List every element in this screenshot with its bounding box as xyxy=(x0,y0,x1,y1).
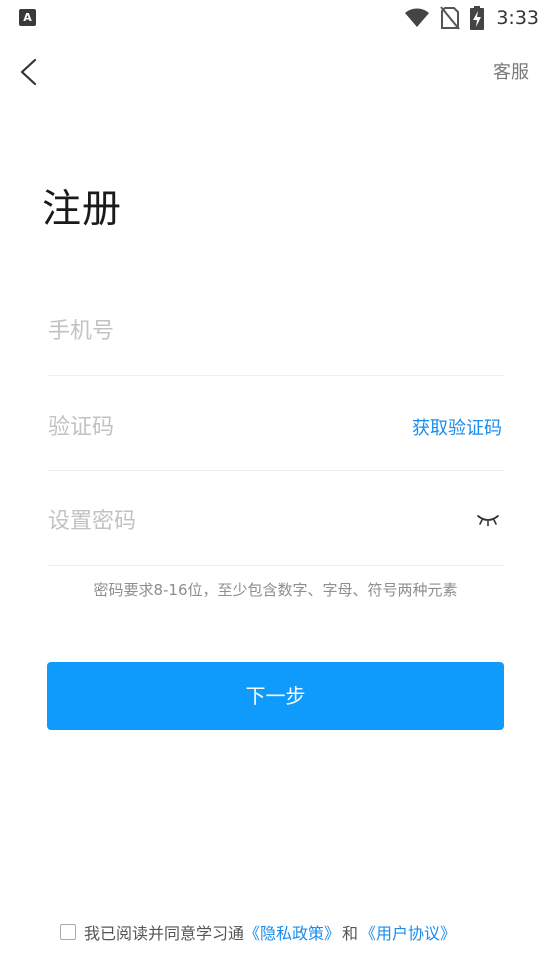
status-bar: A 3:33 xyxy=(0,0,551,36)
agreement-checkbox[interactable] xyxy=(60,924,76,940)
privacy-policy-link[interactable]: 《隐私政策》 xyxy=(244,920,340,944)
password-hint: 密码要求8-16位，至少包含数字、字母、符号两种元素 xyxy=(93,581,458,599)
verification-code-input[interactable] xyxy=(48,398,388,456)
app-notification-icon: A xyxy=(19,9,36,26)
agreement-row: 我已阅读并同意学习通 《隐私政策》 和 《用户协议》 xyxy=(60,920,456,944)
next-button[interactable]: 下一步 xyxy=(47,662,504,730)
verification-code-field: 获取验证码 xyxy=(48,398,504,471)
top-nav: 客服 xyxy=(0,48,551,94)
phone-field xyxy=(48,302,504,376)
password-field xyxy=(48,492,504,566)
get-code-button[interactable]: 获取验证码 xyxy=(412,414,502,440)
status-icons: 3:33 xyxy=(404,5,539,31)
customer-service-link[interactable]: 客服 xyxy=(493,58,529,84)
page-title: 注册 xyxy=(42,187,123,232)
no-sim-icon xyxy=(440,6,461,30)
battery-charging-icon xyxy=(470,6,485,30)
agreement-text: 我已阅读并同意学习通 xyxy=(84,924,245,943)
status-time: 3:33 xyxy=(496,7,539,29)
eye-closed-icon[interactable] xyxy=(476,510,500,528)
wifi-icon xyxy=(405,8,430,27)
chevron-left-icon[interactable] xyxy=(14,56,46,88)
phone-input[interactable] xyxy=(48,302,388,360)
password-input[interactable] xyxy=(48,492,388,550)
user-agreement-link[interactable]: 《用户协议》 xyxy=(360,920,456,944)
agreement-and-text: 和 xyxy=(342,924,359,943)
